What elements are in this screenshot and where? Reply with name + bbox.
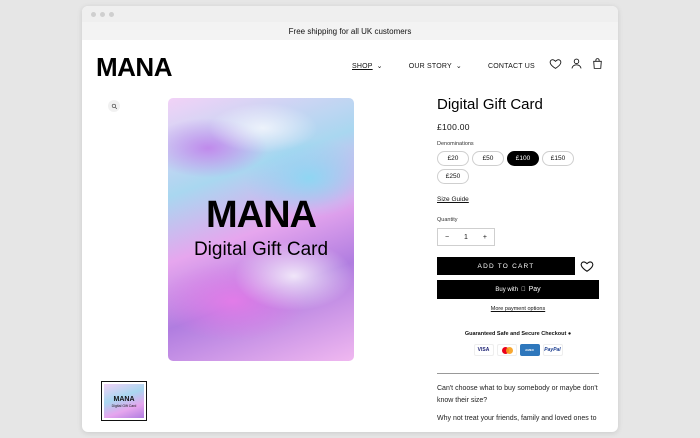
chevron-down-icon: ⌄ (376, 63, 383, 70)
denomination-option[interactable]: £250 (437, 169, 469, 184)
product-info: Digital Gift Card £100.00 Denominations … (437, 96, 599, 425)
denomination-option-selected[interactable]: £100 (507, 151, 539, 166)
lock-icon: ● (567, 331, 572, 337)
product-gallery: MANA Digital Gift Card MANA Digital Gift… (96, 96, 416, 426)
gift-card-image[interactable]: MANA Digital Gift Card (168, 98, 354, 361)
nav-shop[interactable]: SHOP ⌄ (352, 62, 383, 71)
product-price: £100.00 (437, 122, 470, 132)
nav-shop-label: SHOP (352, 62, 373, 70)
zoom-icon[interactable] (108, 100, 120, 112)
window-dot[interactable] (91, 11, 96, 17)
chevron-down-icon: ⌄ (455, 63, 462, 70)
nav-contact[interactable]: CONTACT US (488, 62, 535, 70)
product-title: Digital Gift Card (437, 96, 543, 113)
window-dot[interactable] (100, 11, 105, 17)
denomination-options: £20 £50 £100 £150 £250 (437, 151, 577, 184)
divider (437, 373, 599, 374)
card-subtitle-text: Digital Gift Card (193, 239, 329, 260)
product-description: Can't choose what to buy somebody or may… (437, 385, 598, 404)
announcement-bar: Free shipping for all UK customers (82, 22, 618, 40)
brand-logo[interactable]: MANA (96, 52, 173, 83)
denomination-option[interactable]: £50 (472, 151, 504, 166)
card-brand-text: MANA (206, 194, 317, 236)
announcement-text: Free shipping for all UK customers (288, 26, 412, 36)
thumbnail-brand: MANA (113, 396, 135, 403)
main-nav: SHOP ⌄ OUR STORY ⌄ CONTACT US (352, 62, 535, 71)
visa-icon: VISA (473, 344, 494, 356)
paypal-icon: PayPal (542, 344, 563, 356)
product-thumbnail[interactable]: MANA Digital Gift Card (101, 381, 147, 421)
pay-label: Pay (526, 286, 541, 293)
add-to-cart-button[interactable]: ADD TO CART (437, 257, 575, 275)
header-icons (549, 57, 604, 70)
nav-our-story-label: OUR STORY (408, 62, 452, 70)
buy-with-label: Buy with (495, 286, 519, 293)
quantity-stepper: − 1 + (437, 228, 495, 246)
denominations-label: Denominations (437, 141, 474, 147)
size-guide-link[interactable]: Size Guide (437, 196, 469, 203)
quantity-label: Quantity (437, 217, 458, 223)
more-payment-options-link[interactable]: More payment options (437, 306, 599, 312)
quantity-value[interactable]: 1 (464, 234, 468, 241)
buy-with-apple-pay-button[interactable]: Buy with Pay (437, 280, 599, 299)
mastercard-icon (496, 344, 517, 356)
heart-icon[interactable] (549, 57, 562, 70)
quantity-increase-button[interactable]: + (483, 234, 487, 241)
quantity-decrease-button[interactable]: − (445, 234, 449, 241)
amex-icon: AMEX (519, 344, 540, 356)
denomination-option[interactable]: £150 (542, 151, 574, 166)
window-dot[interactable] (109, 11, 114, 17)
product-description-continued: Why not treat your friends, family and l… (437, 415, 597, 422)
nav-our-story[interactable]: OUR STORY ⌄ (408, 62, 462, 71)
nav-contact-label: CONTACT US (487, 62, 535, 70)
wishlist-heart-icon[interactable] (580, 259, 594, 273)
secure-checkout-text: Guaranteed Safe and Secure Checkout ● (464, 331, 572, 337)
apple-icon:  (521, 287, 526, 293)
window-chrome (82, 6, 618, 22)
payment-methods: VISA AMEX PayPal (437, 344, 599, 356)
bag-icon[interactable] (591, 57, 604, 70)
thumbnail-subtitle: Digital Gift Card (111, 404, 137, 408)
user-icon[interactable] (570, 57, 583, 70)
site-header: MANA SHOP ⌄ OUR STORY ⌄ CONTACT US (82, 40, 618, 96)
denomination-option[interactable]: £20 (437, 151, 469, 166)
browser-window: Free shipping for all UK customers MANA … (82, 6, 618, 432)
